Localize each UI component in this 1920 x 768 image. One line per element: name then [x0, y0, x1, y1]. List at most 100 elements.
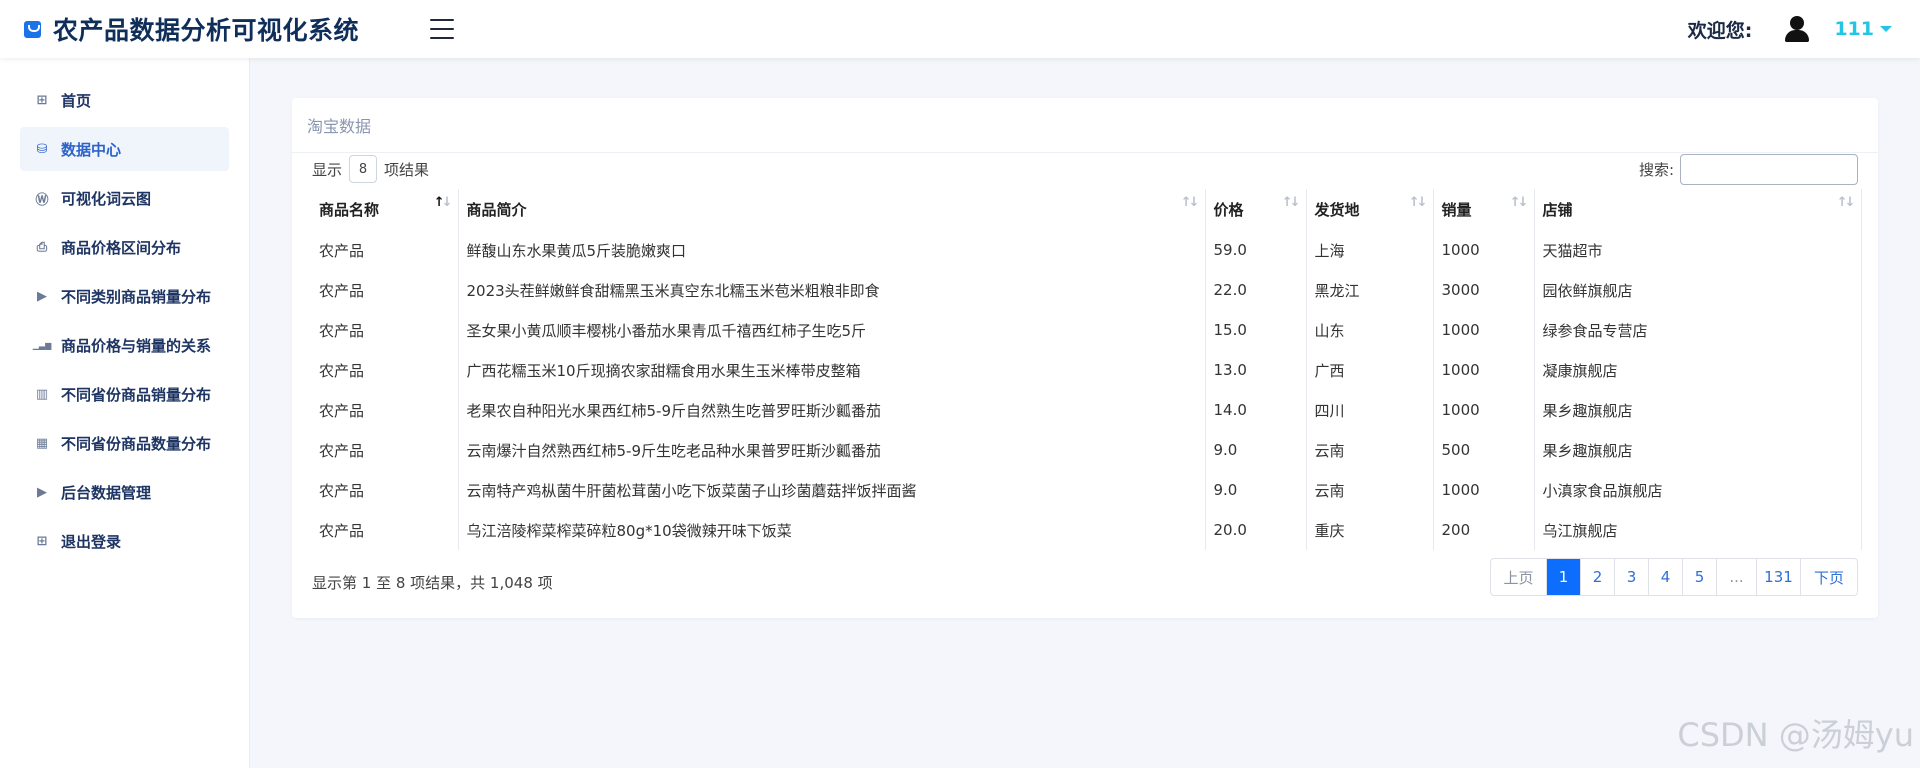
column-header-label: 商品名称: [319, 201, 380, 219]
table-cell: 上海: [1306, 230, 1434, 270]
table-cell: 绿参食品专营店: [1534, 310, 1862, 350]
table-row: 农产品 云南爆汁自然熟西红柿5-9斤生吃老品种水果普罗旺斯沙瓤番茄 9.0 云南 500…: [311, 430, 1862, 470]
table-cell: 老果农自种阳光水果西红柿5-9斤自然熟生吃普罗旺斯沙瓤番茄: [458, 390, 1206, 430]
table-cell: 天猫超市: [1534, 230, 1862, 270]
table-cell: 农产品: [311, 350, 459, 390]
sidebar-item-9[interactable]: ⊞ 退出登录: [20, 519, 229, 563]
table-info: 显示第 1 至 8 项结果，共 1,048 项: [312, 574, 553, 592]
table-cell: 3000: [1433, 270, 1535, 310]
table-cell: 农产品: [311, 390, 459, 430]
sidebar-item-label: 后台数据管理: [61, 483, 152, 502]
table-row: 农产品 云南特产鸡枞菌牛肝菌松茸菌小吃下饭菜菌子山珍菌蘑菇拌饭拌面酱 9.0 云南 10…: [311, 470, 1862, 510]
sort-icon: ↑↓: [433, 195, 453, 210]
bag-icon: [24, 20, 41, 38]
sort-icon: ↑↓: [1509, 195, 1529, 210]
caret-down-icon: [1880, 26, 1892, 32]
table-cell: 鲜馥山东水果黄瓜5斤装脆嫩爽口: [458, 230, 1206, 270]
table-cell: 园依鲜旗舰店: [1534, 270, 1862, 310]
sidebar-item-label: 商品价格区间分布: [61, 238, 182, 257]
column-header[interactable]: 商品名称 ↑↓: [311, 189, 459, 230]
page-button[interactable]: 5: [1683, 559, 1717, 595]
sidebar-item-1[interactable]: ⛁ 数据中心: [20, 127, 229, 171]
user-menu[interactable]: 111: [1834, 18, 1892, 40]
table-row: 农产品 圣女果小黄瓜顺丰樱桃小番茄水果青瓜千禧西红柿子生吃5斤 15.0 山东 1000…: [311, 310, 1862, 350]
grid-icon: ⊞: [36, 533, 48, 549]
sidebar-item-2[interactable]: Ⓦ 可视化词云图: [20, 176, 229, 220]
length-suffix: 项结果: [384, 160, 430, 179]
user-area: 欢迎您: 111: [1688, 14, 1920, 44]
column-header[interactable]: 销量 ↑↓: [1433, 189, 1535, 230]
page-button: ...: [1717, 559, 1757, 595]
table-cell: 农产品: [311, 430, 459, 470]
column-header[interactable]: 店铺 ↑↓: [1534, 189, 1862, 230]
table-cell: 500: [1433, 430, 1535, 470]
database-icon: ⛁: [36, 141, 48, 157]
brand: 农产品数据分析可视化系统: [0, 11, 430, 47]
table-cell: 果乡趣旗舰店: [1534, 430, 1862, 470]
table-cell: 9.0: [1205, 430, 1307, 470]
sidebar-item-0[interactable]: ⊞ 首页: [20, 78, 229, 122]
sidebar-item-7[interactable]: ▦ 不同省份商品数量分布: [20, 421, 229, 465]
top-bar: 农产品数据分析可视化系统 欢迎您: 111: [0, 0, 1920, 58]
table-row: 农产品 乌江涪陵榨菜榨菜碎粒80g*10袋微辣开味下饭菜 20.0 重庆 200 乌江旗舰…: [311, 510, 1862, 550]
column-header-label: 发货地: [1314, 201, 1360, 219]
table-cell: 1000: [1433, 390, 1535, 430]
table-cell: 云南爆汁自然熟西红柿5-9斤生吃老品种水果普罗旺斯沙瓤番茄: [458, 430, 1206, 470]
sidebar-item-label: 不同类别商品销量分布: [61, 287, 212, 306]
table-cell: 14.0: [1205, 390, 1307, 430]
sidebar-item-8[interactable]: ▶ 后台数据管理: [20, 470, 229, 514]
page-button[interactable]: 2: [1581, 559, 1615, 595]
sidebar: ⊞ 首页 ⛁ 数据中心 Ⓦ 可视化词云图 ⎙ 商品价格区间分布 ▶ 不同类别商品销量分布 ▁▃▆ 商品…: [0, 58, 250, 768]
table-cell: 广西: [1306, 350, 1434, 390]
data-card: 淘宝数据 显示 8 项结果 搜索: 商品名称 ↑↓ 商品简介 ↑↓ 价格 ↑↓ 发货地 ↑↓ 销…: [292, 98, 1878, 618]
table-body: 农产品 鲜馥山东水果黄瓜5斤装脆嫩爽口 59.0 上海 1000 天猫超市 农产品 2023头…: [311, 230, 1862, 550]
page-button[interactable]: 4: [1649, 559, 1683, 595]
table-cell: 乌江旗舰店: [1534, 510, 1862, 550]
sidebar-item-3[interactable]: ⎙ 商品价格区间分布: [20, 225, 229, 269]
user-avatar-icon[interactable]: [1782, 14, 1812, 44]
username-label: 111: [1834, 18, 1874, 40]
map-filled-icon: ▦: [35, 435, 49, 451]
page-button[interactable]: 1: [1547, 559, 1581, 595]
bar-chart-icon: ▁▃▆: [32, 340, 52, 350]
grid-icon: ⊞: [36, 92, 48, 108]
page-button[interactable]: 131: [1757, 559, 1801, 595]
sidebar-item-4[interactable]: ▶ 不同类别商品销量分布: [20, 274, 229, 318]
table-header-row: 商品名称 ↑↓ 商品简介 ↑↓ 价格 ↑↓ 发货地 ↑↓ 销量 ↑↓ 店铺 ↑↓: [311, 189, 1862, 230]
table-row: 农产品 2023头茬鲜嫩鲜食甜糯黑玉米真空东北糯玉米苞米粗粮非即食 22.0 黑龙江 3…: [311, 270, 1862, 310]
sidebar-item-5[interactable]: ▁▃▆ 商品价格与销量的关系: [20, 323, 229, 367]
card-title: 淘宝数据: [307, 117, 372, 136]
table-cell: 1000: [1433, 310, 1535, 350]
table-cell: 四川: [1306, 390, 1434, 430]
column-header[interactable]: 商品简介 ↑↓: [458, 189, 1206, 230]
welcome-text: 欢迎您:: [1687, 19, 1753, 42]
table-cell: 15.0: [1205, 310, 1307, 350]
wordpress-icon: Ⓦ: [35, 192, 49, 208]
table-cell: 农产品: [311, 510, 459, 550]
table-cell: 圣女果小黄瓜顺丰樱桃小番茄水果青瓜千禧西红柿子生吃5斤: [458, 310, 1206, 350]
table-cell: 农产品: [311, 470, 459, 510]
table-cell: 20.0: [1205, 510, 1307, 550]
next-page-button[interactable]: 下页: [1801, 559, 1857, 595]
data-table: 商品名称 ↑↓ 商品简介 ↑↓ 价格 ↑↓ 发货地 ↑↓ 销量 ↑↓ 店铺 ↑↓ 农产品 鲜馥山东水果黄…: [311, 189, 1862, 550]
sidebar-item-label: 不同省份商品销量分布: [61, 385, 212, 404]
table-cell: 果乡趣旗舰店: [1534, 390, 1862, 430]
page-button[interactable]: 3: [1615, 559, 1649, 595]
column-header[interactable]: 发货地 ↑↓: [1306, 189, 1434, 230]
column-header[interactable]: 价格 ↑↓: [1205, 189, 1307, 230]
watermark: CSDN @汤姆yu: [1677, 716, 1914, 754]
table-cell: 农产品: [311, 230, 459, 270]
search-input[interactable]: [1680, 153, 1858, 185]
menu-toggle-icon[interactable]: [430, 19, 454, 39]
play-icon: ▶: [37, 288, 47, 304]
table-cell: 59.0: [1205, 230, 1307, 270]
table-cell: 200: [1433, 510, 1535, 550]
page-length-select[interactable]: 8: [349, 155, 378, 183]
sort-icon: ↑↓: [1281, 195, 1301, 210]
table-cell: 云南: [1306, 430, 1434, 470]
table-cell: 云南特产鸡枞菌牛肝菌松茸菌小吃下饭菜菌子山珍菌蘑菇拌饭拌面酱: [458, 470, 1206, 510]
prev-page-button[interactable]: 上页: [1491, 559, 1547, 595]
map-icon: ▥: [35, 386, 49, 402]
sidebar-item-6[interactable]: ▥ 不同省份商品销量分布: [20, 372, 229, 416]
table-cell: 9.0: [1205, 470, 1307, 510]
